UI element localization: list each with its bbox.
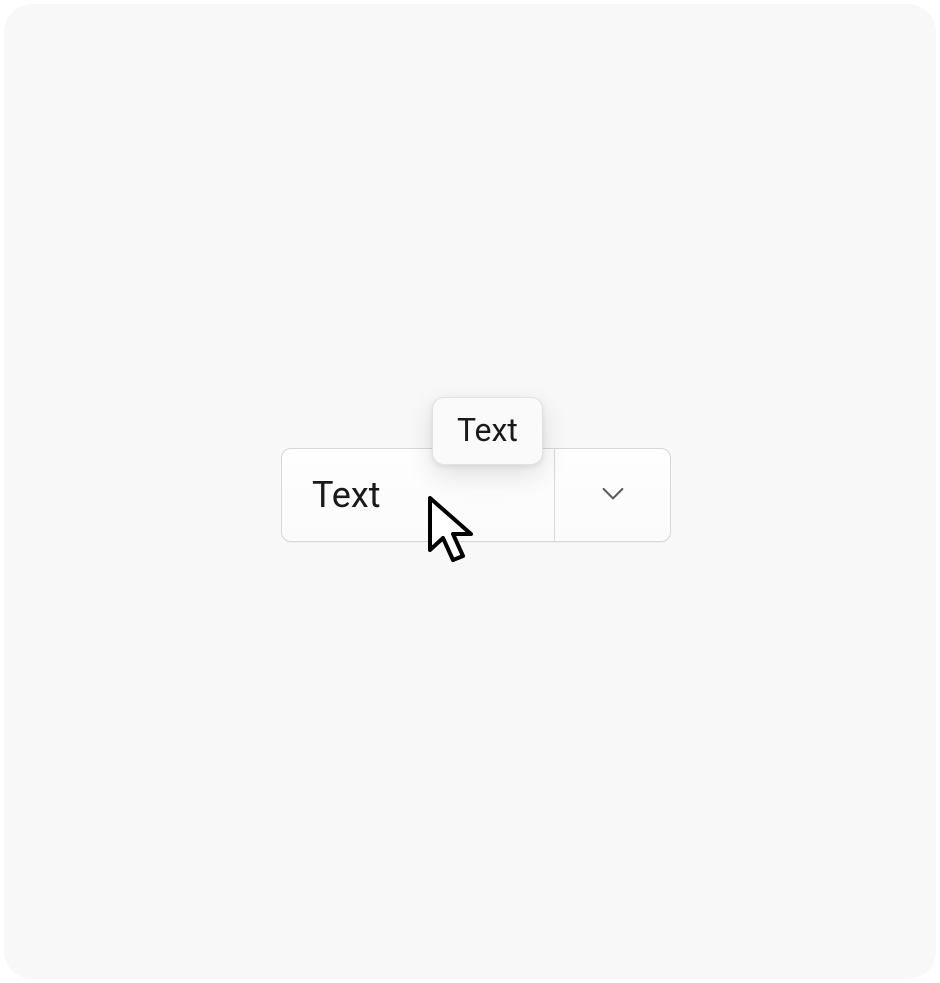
tooltip-text: Text xyxy=(457,411,518,449)
split-button-label: Text xyxy=(312,474,380,516)
chevron-down-icon xyxy=(597,477,629,513)
split-button-dropdown[interactable] xyxy=(555,449,670,541)
tooltip: Text xyxy=(432,397,543,465)
canvas: Text Text xyxy=(4,4,936,979)
